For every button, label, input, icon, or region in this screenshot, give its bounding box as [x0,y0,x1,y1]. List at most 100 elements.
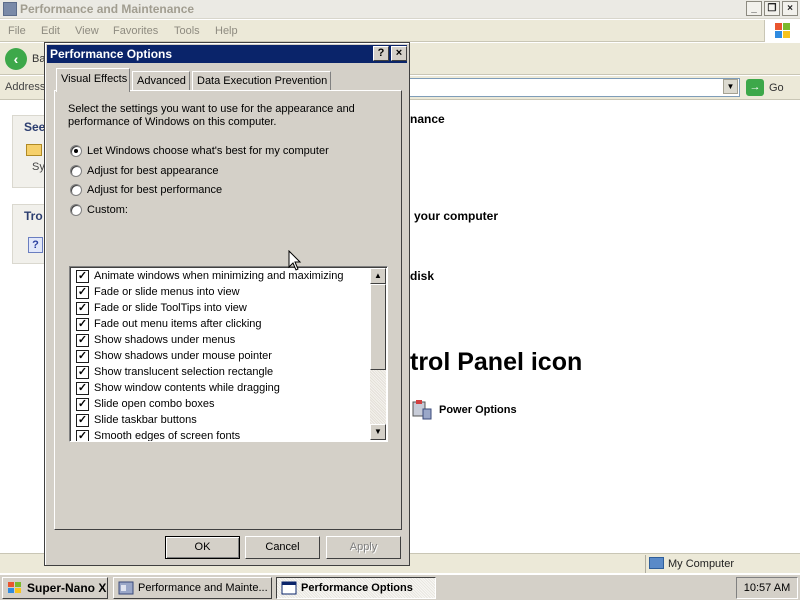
list-item[interactable]: ✓ Show window contents while dragging [76,380,280,396]
radio-button[interactable] [70,184,82,196]
dialog-title: Performance Options [50,47,173,61]
menu-file[interactable]: File [8,25,26,37]
list-item[interactable]: ✓ Show translucent selection rectangle [76,364,273,380]
dialog-close-button[interactable]: × [391,46,407,61]
help-icon[interactable]: ? [28,237,43,253]
scroll-up-icon[interactable]: ▲ [370,268,386,284]
visual-effects-panel: Select the settings you want to use for … [54,90,402,530]
checkbox[interactable]: ✓ [76,301,89,315]
windows-flag-icon [8,582,21,593]
power-options-link[interactable]: Power Options [439,404,517,416]
menu-tools[interactable]: Tools [174,25,200,37]
radio-button[interactable] [70,165,82,177]
radio-label: Adjust for best appearance [87,165,219,177]
effect-label: Slide open combo boxes [94,398,215,410]
checkbox[interactable]: ✓ [76,333,89,347]
folder-icon [3,2,17,16]
system-clock[interactable]: 10:57 AM [736,577,798,599]
checkbox[interactable]: ✓ [76,285,89,299]
scroll-down-icon[interactable]: ▼ [370,424,386,440]
restore-icon[interactable]: ❐ [764,1,780,16]
task-link-disk[interactable]: disk [410,269,434,283]
explorer-menu-bar: File Edit View Favorites Tools Help [0,20,800,42]
radio-custom[interactable]: Custom: [70,202,128,218]
taskbar-item-performance-maintenance[interactable]: Performance and Mainte... [113,577,272,599]
menu-view[interactable]: View [75,25,99,37]
list-item[interactable]: ✓ Slide taskbar buttons [76,412,197,428]
list-scrollbar[interactable]: ▲ ▼ [370,268,386,440]
back-arrow-icon[interactable]: ‹ [5,48,27,70]
effect-label: Fade or slide ToolTips into view [94,302,247,314]
ok-button[interactable]: OK [165,536,240,559]
checkbox[interactable]: ✓ [76,413,89,427]
effect-label: Fade or slide menus into view [94,286,240,298]
task-link-your-computer[interactable]: your computer [414,209,498,223]
radio-best-performance[interactable]: Adjust for best performance [70,182,222,198]
effect-label: Show window contents while dragging [94,382,280,394]
checkbox[interactable]: ✓ [76,365,89,379]
apply-button[interactable]: Apply [326,536,401,559]
radio-button[interactable] [70,145,82,157]
control-panel-heading: trol Panel icon [410,348,583,376]
dialog-title-bar[interactable]: Performance Options ? × [47,45,407,63]
list-item[interactable]: ✓ Fade or slide ToolTips into view [76,300,247,316]
mouse-cursor-icon [288,249,302,272]
explorer-title: Performance and Maintenance [20,2,195,16]
radio-let-windows-choose[interactable]: Let Windows choose what's best for my co… [70,143,329,159]
checkbox[interactable]: ✓ [76,429,89,441]
visual-effects-list[interactable]: ✓ Animate windows when minimizing and ma… [69,266,388,442]
effect-label: Smooth edges of screen fonts [94,430,241,442]
help-button[interactable]: ? [373,46,389,61]
windows-logo-icon [764,20,800,42]
explorer-title-bar[interactable]: Performance and Maintenance _ ❐ × [0,0,800,19]
checkbox[interactable]: ✓ [76,397,89,411]
power-options-icon[interactable] [410,398,434,422]
control-panel-icon [118,581,134,595]
scroll-thumb[interactable] [370,284,386,370]
address-dropdown-icon[interactable]: ▼ [723,79,738,94]
start-button[interactable]: Super-Nano XP [2,577,108,599]
tab-data-execution-prevention[interactable]: Data Execution Prevention [192,71,331,91]
radio-button[interactable] [70,204,82,216]
checkbox[interactable]: ✓ [76,317,89,331]
list-item[interactable]: ✓ Smooth edges of screen fonts [76,428,241,442]
radio-label: Custom: [87,204,128,216]
checkbox[interactable]: ✓ [76,269,89,283]
effect-label: Show shadows under mouse pointer [94,350,272,362]
list-item[interactable]: ✓ Fade or slide menus into view [76,284,240,300]
start-label: Super-Nano XP [27,581,108,595]
see-also-heading: See [24,120,46,134]
status-separator [645,555,646,573]
list-item[interactable]: ✓ Slide open combo boxes [76,396,214,412]
tab-visual-effects[interactable]: Visual Effects [56,68,130,92]
radio-best-appearance[interactable]: Adjust for best appearance [70,163,218,179]
tab-advanced[interactable]: Advanced [132,71,190,91]
list-item[interactable]: ✓ Animate windows when minimizing and ma… [76,268,343,284]
task-link-maintenance[interactable]: nance [410,112,445,126]
radio-label: Adjust for best performance [87,184,223,196]
taskbar-item-label: Performance and Mainte... [138,582,268,594]
list-item[interactable]: ✓ Show shadows under mouse pointer [76,348,272,364]
effect-label: Animate windows when minimizing and maxi… [94,270,344,282]
minimize-icon[interactable]: _ [746,1,762,16]
checkbox[interactable]: ✓ [76,381,89,395]
taskbar-item-performance-options[interactable]: Performance Options [276,577,436,599]
radio-label: Let Windows choose what's best for my co… [87,145,329,157]
troubleshooters-heading: Tro [24,209,43,223]
window-icon [281,581,297,595]
list-item[interactable]: ✓ Fade out menu items after clicking [76,316,262,332]
address-input[interactable] [405,78,740,97]
menu-help[interactable]: Help [215,25,238,37]
performance-options-dialog: Performance Options ? × Visual Effects A… [44,42,410,566]
list-item[interactable]: ✓ Show shadows under menus [76,332,235,348]
address-label: Address [5,81,46,93]
menu-favorites[interactable]: Favorites [113,25,158,37]
see-also-item-label[interactable]: Sy [32,161,45,173]
menu-edit[interactable]: Edit [41,25,60,37]
cancel-button[interactable]: Cancel [245,536,320,559]
go-button[interactable]: Go [769,82,784,94]
taskbar-item-label: Performance Options [301,582,413,594]
go-arrow-icon[interactable]: → [746,79,764,96]
checkbox[interactable]: ✓ [76,349,89,363]
close-icon[interactable]: × [782,1,798,16]
